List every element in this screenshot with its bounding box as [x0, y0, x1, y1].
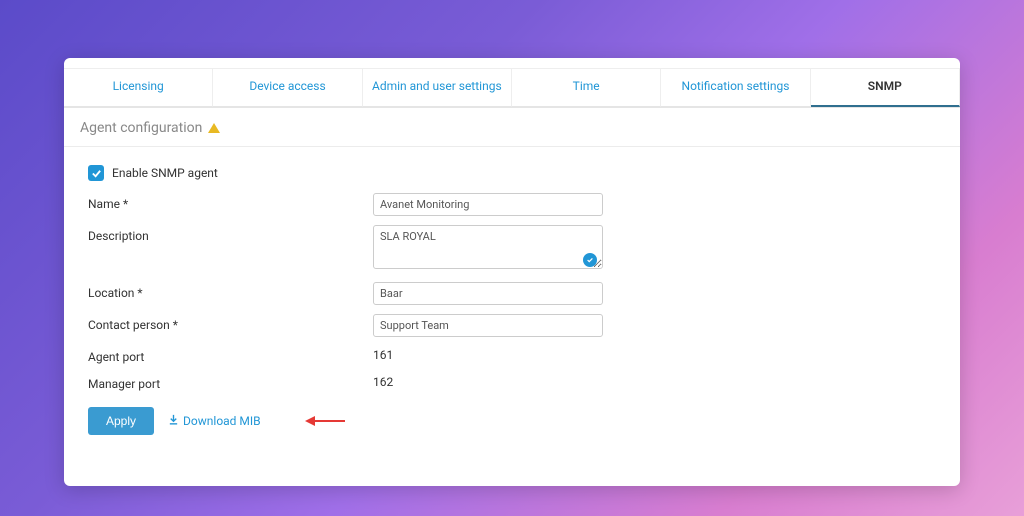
name-label: Name *	[88, 193, 373, 211]
form-content: Enable SNMP agent Name * Description Loc…	[64, 147, 960, 453]
validated-icon	[583, 253, 597, 267]
tab-licensing[interactable]: Licensing	[64, 68, 213, 107]
action-row: Apply Download MIB	[88, 407, 936, 435]
description-input[interactable]	[373, 225, 603, 269]
agent-port-label: Agent port	[88, 346, 373, 364]
location-label: Location *	[88, 282, 373, 300]
manager-port-label: Manager port	[88, 373, 373, 391]
tab-bar: Licensing Device access Admin and user s…	[64, 68, 960, 108]
check-icon	[91, 168, 102, 179]
section-title: Agent configuration	[80, 120, 202, 136]
settings-panel: Licensing Device access Admin and user s…	[64, 58, 960, 486]
warning-icon	[208, 123, 220, 133]
arrow-shaft	[315, 420, 345, 423]
arrow-head-icon	[305, 416, 315, 426]
enable-snmp-row: Enable SNMP agent	[88, 165, 936, 181]
arrow-annotation	[305, 416, 345, 426]
tab-notification-settings[interactable]: Notification settings	[661, 68, 810, 107]
tab-device-access[interactable]: Device access	[213, 68, 362, 107]
apply-button[interactable]: Apply	[88, 407, 154, 435]
download-mib-link[interactable]: Download MIB	[168, 414, 261, 428]
manager-port-value: 162	[373, 373, 393, 389]
description-label: Description	[88, 225, 373, 243]
tab-admin-user-settings[interactable]: Admin and user settings	[363, 68, 512, 107]
agent-port-value: 161	[373, 346, 393, 362]
enable-snmp-label: Enable SNMP agent	[112, 166, 218, 180]
download-icon	[168, 414, 179, 428]
section-header: Agent configuration	[64, 108, 960, 147]
tab-time[interactable]: Time	[512, 68, 661, 107]
contact-label: Contact person *	[88, 314, 373, 332]
contact-input[interactable]	[373, 314, 603, 337]
location-input[interactable]	[373, 282, 603, 305]
enable-snmp-checkbox[interactable]	[88, 165, 104, 181]
tab-snmp[interactable]: SNMP	[811, 68, 960, 107]
download-mib-label: Download MIB	[183, 414, 261, 428]
name-input[interactable]	[373, 193, 603, 216]
